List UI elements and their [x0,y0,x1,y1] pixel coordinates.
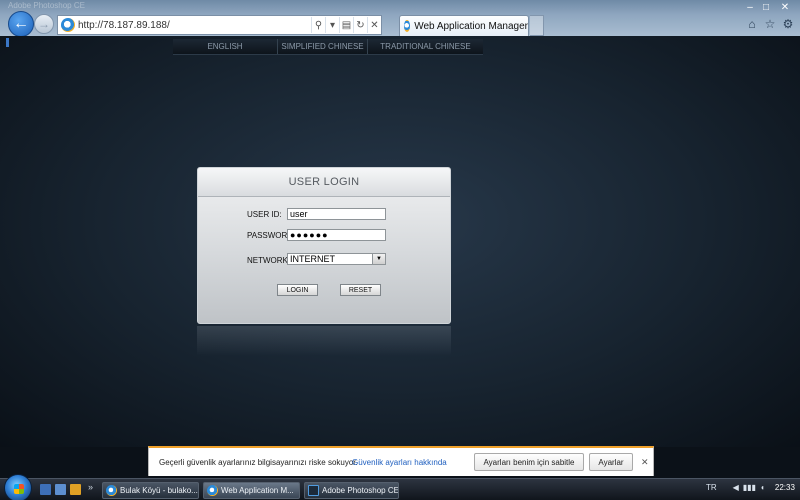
quick-launch-more-icon[interactable]: » [88,482,93,492]
browser-toolbar-right: ⌂ ☆ ⚙ [746,17,794,31]
show-desktop-icon[interactable] [40,484,51,495]
window-title: Adobe Photoshop CE [8,1,85,10]
system-tray: TR ◀ ▮▮▮ ◖ 22:33 [706,483,795,492]
language-simplified-chinese-link[interactable]: SIMPLIFIED CHINESE [278,39,368,54]
back-button[interactable]: ← [8,11,34,37]
internet-explorer-icon [404,20,411,32]
address-url[interactable]: http://78.187.89.188/ [78,20,311,31]
media-player-icon[interactable] [70,484,81,495]
network-select[interactable]: INTERNET ▼ [287,253,386,265]
window-switcher-icon[interactable] [55,484,66,495]
taskbar-item-bulak-koyu[interactable]: Bulak Köyü - bulako... [102,482,199,499]
taskbar-item-web-application-manager[interactable]: Web Application M... [203,482,300,499]
refresh-icon[interactable]: ↻ [353,17,367,33]
user-id-input[interactable]: user [287,208,386,220]
stop-icon[interactable]: ✕ [367,17,381,33]
taskbar-item-label: Adobe Photoshop CE [322,486,398,495]
language-bar: ENGLISH SIMPLIFIED CHINESE TRADITIONAL C… [173,39,483,55]
close-window-button[interactable]: ✕ [774,0,796,14]
web-page: ENGLISH SIMPLIFIED CHINESE TRADITIONAL C… [0,36,800,447]
login-button[interactable]: LOGIN [277,284,318,296]
language-traditional-chinese-link[interactable]: TRADITIONAL CHINESE [368,39,483,54]
compatibility-view-icon[interactable]: ▤ [339,17,353,33]
input-language-indicator[interactable]: TR [706,483,717,492]
security-notification-bar: Geçerli güvenlik ayarlarınız bilgisayarı… [148,446,654,476]
login-header: USER LOGIN [198,168,450,197]
address-dropdown-icon[interactable]: ▾ [325,17,339,33]
language-english-link[interactable]: ENGLISH [173,39,278,54]
reset-button[interactable]: RESET [340,284,381,296]
show-hidden-icons-icon[interactable]: ◀ [733,483,739,492]
gear-icon[interactable]: ⚙ [782,17,794,31]
login-title: USER LOGIN [288,176,360,188]
security-settings-link[interactable]: Güvenlik ayarları hakkında [352,458,447,467]
window-controls: – □ ✕ [742,0,796,14]
network-selected-value: INTERNET [290,254,335,264]
internet-explorer-icon [61,18,75,32]
start-button[interactable] [4,474,32,500]
star-icon[interactable]: ☆ [764,17,776,31]
photoshop-icon [308,485,319,496]
browser-chrome: Adobe Photoshop CE ← → http://78.187.89.… [0,0,800,37]
chevron-down-icon[interactable]: ▼ [372,254,385,264]
close-icon[interactable]: ✕ [641,457,649,468]
taskbar-item-label: Bulak Köyü - bulako... [120,486,198,495]
clock[interactable]: 22:33 [775,483,795,492]
internet-explorer-icon [106,485,117,496]
tab-web-application-manager[interactable]: Web Application Manager [399,15,529,36]
taskbar: » Bulak Köyü - bulako... Web Application… [0,474,800,500]
page-load-indicator [6,38,9,47]
home-icon[interactable]: ⌂ [746,17,758,31]
address-bar[interactable]: http://78.187.89.188/ ⚲ ▾ ▤ ↻ ✕ [57,15,382,35]
login-panel: USER LOGIN USER ID: user PASSWORD: ●●●●●… [197,167,451,324]
fix-settings-button[interactable]: Ayarları benim için sabitle [474,453,584,471]
forward-button[interactable]: → [34,14,54,34]
internet-explorer-icon [207,485,218,496]
network-label: NETWORK: [247,256,291,265]
taskbar-item-photoshop[interactable]: Adobe Photoshop CE [304,482,399,499]
password-input[interactable]: ●●●●●● [287,229,386,241]
minimize-button[interactable]: – [742,0,758,14]
settings-button[interactable]: Ayarlar [589,453,633,471]
network-signal-icon[interactable]: ▮▮▮ [743,483,756,492]
security-message: Geçerli güvenlik ayarlarınız bilgisayarı… [159,458,358,467]
forward-arrow-icon: → [38,17,50,31]
volume-icon[interactable]: ◖ [760,483,765,492]
new-tab-button[interactable] [530,15,544,36]
login-panel-reflection [197,326,451,356]
taskbar-item-label: Web Application M... [221,486,294,495]
search-icon[interactable]: ⚲ [311,17,325,33]
user-id-label: USER ID: [247,210,282,219]
windows-logo-icon [14,484,24,494]
back-arrow-icon: ← [13,15,29,32]
maximize-button[interactable]: □ [758,0,774,14]
tab-label: Web Application Manager [414,20,528,32]
